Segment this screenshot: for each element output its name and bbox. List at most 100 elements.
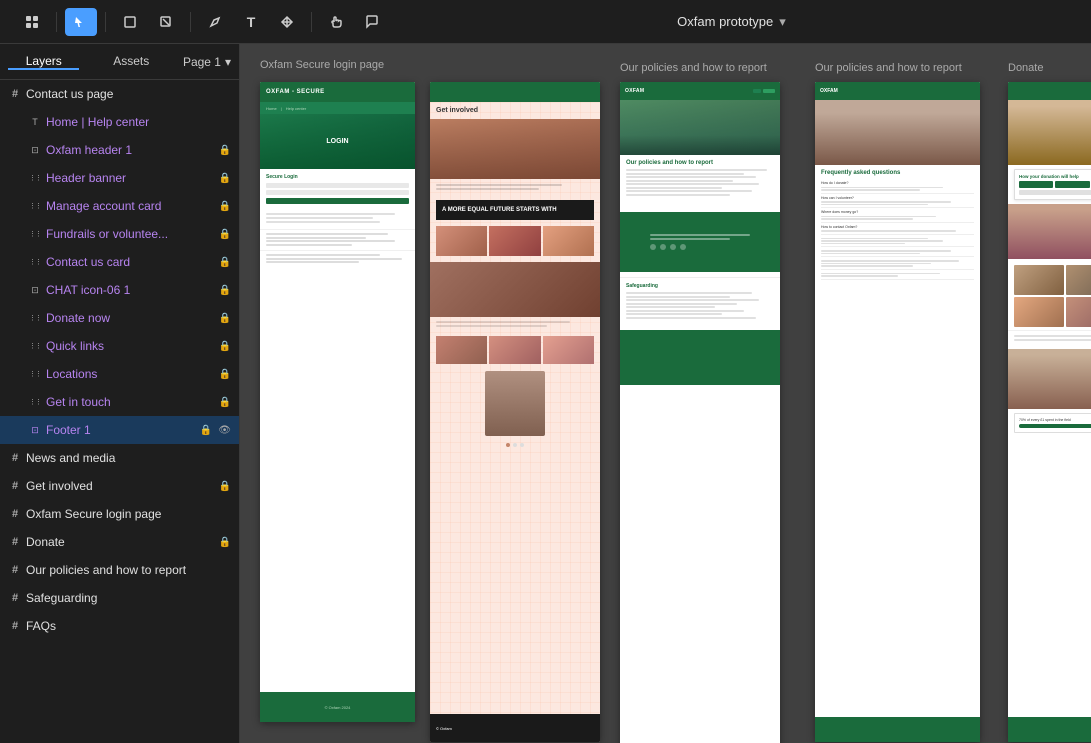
lock-icon-donate-now: 🔒: [219, 313, 231, 324]
policies-content: OXFAM Our policies and how: [620, 82, 780, 743]
layer-label-header-banner: Header banner: [46, 171, 215, 185]
title-dropdown-icon[interactable]: ▾: [779, 14, 786, 30]
component-tool-button[interactable]: [271, 8, 303, 36]
frame-donate[interactable]: How your donation will help: [1008, 82, 1091, 742]
faq-title: Frequently asked questions: [821, 170, 974, 176]
layer-contact-us-card[interactable]: ⋮⋮ Contact us card 🔒: [0, 248, 239, 276]
lock-icon-banner: 🔒: [219, 173, 231, 184]
pol-main-content: Our policies and how to report: [620, 155, 780, 202]
layers-list: # Contact us page T Home | Help center ⊡…: [0, 80, 239, 743]
layer-faqs[interactable]: # FAQs: [0, 612, 239, 640]
layer-get-involved[interactable]: # Get involved 🔒: [0, 472, 239, 500]
eye-icon-footer[interactable]: 👁: [218, 425, 231, 436]
comment-tool-button[interactable]: [356, 8, 388, 36]
frame-icon-header: ⊡: [28, 143, 42, 157]
layer-oxfam-header-1[interactable]: ⊡ Oxfam header 1 🔒: [0, 136, 239, 164]
layer-news-and-media[interactable]: # News and media: [0, 444, 239, 472]
hash-icon-donate: #: [8, 535, 22, 549]
pol-nav: [753, 89, 775, 93]
gi-grid-2: [489, 226, 540, 256]
faq-q1: How do I donate?: [821, 181, 974, 185]
canvas-area[interactable]: Oxfam Secure login page OXFAM - SECURE H…: [240, 44, 1091, 743]
secure-block-3: [260, 250, 415, 268]
safeguarding-mini-title: Safeguarding: [626, 283, 774, 289]
shape-tool-button[interactable]: [150, 8, 182, 36]
frame-get-involved[interactable]: Get involved A MORE EQUAL FUTURE STARTS …: [430, 82, 600, 742]
frame-our-policies[interactable]: OXFAM Our policies and how: [620, 82, 780, 743]
hash-icon-secure: #: [8, 507, 22, 521]
gi-banner-text: A MORE EQUAL FUTURE STARTS WITH: [442, 206, 588, 214]
don-grid-5: [1066, 297, 1091, 327]
layer-label-manage-account: Manage account card: [46, 199, 215, 213]
layer-label-oxfam-header: Oxfam header 1: [46, 143, 215, 157]
layer-donate[interactable]: # Donate 🔒: [0, 528, 239, 556]
layer-quick-links[interactable]: ⋮⋮ Quick links 🔒: [0, 332, 239, 360]
page-selector-label: Page 1: [183, 55, 221, 69]
layer-header-banner[interactable]: ⋮⋮ Header banner 🔒: [0, 164, 239, 192]
layer-home-help[interactable]: T Home | Help center: [0, 108, 239, 136]
lock-icon-contact-card: 🔒: [219, 257, 231, 268]
gi-grid-5: [489, 336, 540, 364]
gi-dark-banner: A MORE EQUAL FUTURE STARTS WITH: [436, 200, 594, 220]
faq-main-content: Frequently asked questions How do I dona…: [815, 165, 980, 285]
layer-footer-1[interactable]: ⊡ Footer 1 🔒 👁: [0, 416, 239, 444]
dot-icon-quick-links: ⋮⋮: [28, 339, 42, 353]
gi-footer: © Oxfam: [430, 714, 600, 742]
tab-layers[interactable]: Layers: [8, 54, 79, 70]
faq-item-5: [821, 235, 974, 248]
faqs-content: OXFAM Frequently asked questions How do …: [815, 82, 980, 742]
layer-oxfam-secure[interactable]: # Oxfam Secure login page: [0, 500, 239, 528]
gi-image-1: [430, 119, 600, 179]
lock-icon-locations: 🔒: [219, 369, 231, 380]
layer-contact-us-page[interactable]: # Contact us page: [0, 80, 239, 108]
layer-label-donate: Donate: [26, 535, 215, 549]
pen-tool-button[interactable]: [199, 8, 231, 36]
gi-grid-1: [436, 226, 487, 256]
don-card: How your donation will help: [1014, 169, 1091, 200]
oxfam-secure-label: Oxfam Secure login page: [260, 59, 384, 71]
don-grid: [1008, 262, 1091, 330]
move-tool-button[interactable]: [65, 8, 97, 36]
hash-icon-contact: #: [8, 87, 22, 101]
don-hero-img: [1008, 100, 1091, 165]
hand-tool-button[interactable]: [320, 8, 352, 36]
layer-label-donate-now: Donate now: [46, 311, 215, 325]
page-selector[interactable]: Page 1 ▾: [183, 55, 231, 69]
gi-grid-3: [543, 226, 594, 256]
gi-section-title: Get involved: [430, 102, 600, 119]
layer-label-faqs: FAQs: [26, 619, 231, 633]
pol-title: Our policies and how to report: [626, 160, 774, 166]
pol-social-icons: [650, 244, 750, 250]
layer-label-home-help: Home | Help center: [46, 115, 231, 129]
secure-nav-help: Help center: [286, 106, 306, 111]
layer-label-our-policies: Our policies and how to report: [26, 563, 231, 577]
lock-icon-get-involved: 🔒: [219, 481, 231, 492]
faq-q4: How to contact Oxfam?: [821, 225, 974, 229]
don-stat-card: 70% of every £1 spent in the field: [1014, 413, 1091, 433]
layer-fundrails[interactable]: ⋮⋮ Fundrails or voluntee... 🔒: [0, 220, 239, 248]
oxfam-secure-content: OXFAM - SECURE Home | Help center LOGIN: [260, 82, 415, 722]
don-appeal: [1008, 330, 1091, 346]
text-tool-button[interactable]: T: [235, 8, 267, 36]
page-selector-chevron: ▾: [225, 55, 231, 69]
pol-header: OXFAM: [620, 82, 780, 100]
layer-locations[interactable]: ⋮⋮ Locations 🔒: [0, 360, 239, 388]
frame-tool-button[interactable]: [114, 8, 146, 36]
faq-item-7: [821, 257, 974, 270]
tools-menu-button[interactable]: [16, 8, 48, 36]
layer-our-policies[interactable]: # Our policies and how to report: [0, 556, 239, 584]
layer-safeguarding[interactable]: # Safeguarding: [0, 584, 239, 612]
don-card-title: How your donation will help: [1019, 174, 1091, 179]
separator-2: [105, 12, 106, 32]
frame-oxfam-secure[interactable]: OXFAM - SECURE Home | Help center LOGIN: [260, 82, 415, 722]
secure-footer: © Oxfam 2024: [260, 692, 415, 722]
lock-icon-footer: 🔒: [200, 425, 212, 436]
secure-input-1: [266, 183, 409, 188]
tab-assets[interactable]: Assets: [95, 54, 166, 70]
layer-donate-now[interactable]: ⋮⋮ Donate now 🔒: [0, 304, 239, 332]
pol-hero: [620, 100, 780, 155]
frame-faqs[interactable]: OXFAM Frequently asked questions How do …: [815, 82, 980, 742]
layer-get-in-touch[interactable]: ⋮⋮ Get in touch 🔒: [0, 388, 239, 416]
layer-chat-icon[interactable]: ⊡ CHAT icon-06 1 🔒: [0, 276, 239, 304]
layer-manage-account-card[interactable]: ⋮⋮ Manage account card 🔒: [0, 192, 239, 220]
